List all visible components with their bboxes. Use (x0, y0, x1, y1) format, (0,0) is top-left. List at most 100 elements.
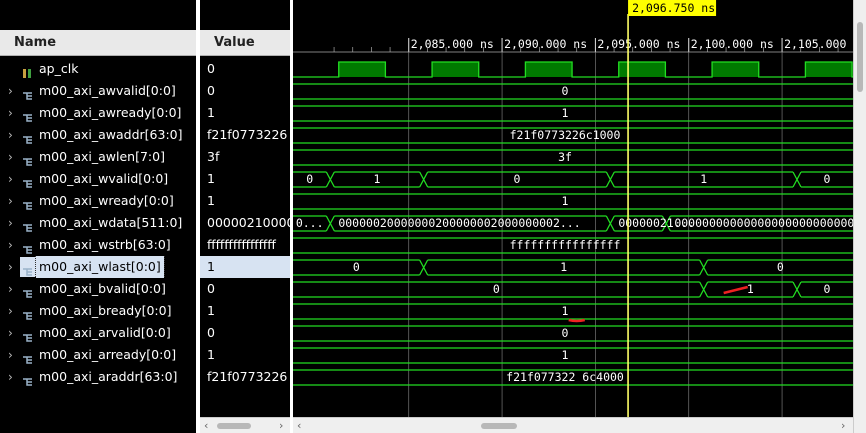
cursor-time-label: 2,096.750 ns (632, 1, 715, 15)
expand-chevron-icon[interactable]: › (8, 256, 13, 278)
expand-chevron-icon[interactable]: › (8, 124, 13, 146)
wdata-wave-seg-label: 0... (296, 216, 324, 230)
signal-value: 1 (207, 171, 215, 186)
signal-row[interactable]: › m00_axi_awaddr[63:0] (0, 124, 196, 146)
signal-name: m00_axi_wready[0:0] (39, 193, 174, 208)
clock-high-fill (805, 62, 853, 77)
tick-label: 2,095.000 ns (597, 37, 680, 51)
signal-name: m00_axi_araddr[63:0] (39, 369, 178, 384)
clock-high-fill (712, 62, 759, 77)
scroll-right-icon[interactable]: › (279, 418, 283, 433)
expand-chevron-icon[interactable]: › (8, 168, 13, 190)
signal-value: 0 (207, 83, 215, 98)
tick-label: 2,105.000 ns (784, 37, 853, 51)
signal-name: m00_axi_wlast[0:0] (35, 256, 165, 278)
signal-row[interactable]: › m00_axi_wstrb[63:0] (0, 234, 196, 256)
expand-chevron-icon[interactable]: › (8, 102, 13, 124)
wave-scroll-right-icon[interactable]: › (841, 418, 845, 433)
bvalid-wave-seg-label: 1 (747, 282, 754, 296)
name-column-header[interactable]: Name (0, 30, 196, 56)
value-scroll-thumb[interactable] (217, 423, 251, 429)
tick-label: 2,100.000 ns (691, 37, 774, 51)
signal-row[interactable]: › m00_axi_awready[0:0] (0, 102, 196, 124)
expand-chevron-icon[interactable]: › (8, 344, 13, 366)
expand-chevron-icon[interactable]: › (8, 300, 13, 322)
expand-chevron-icon[interactable]: › (8, 212, 13, 234)
signal-name-pane: Name ap_clk › m00_axi_awvalid[0:0] › m00_axi… (0, 0, 196, 433)
signal-row[interactable]: › m00_axi_awvalid[0:0] (0, 80, 196, 102)
wave-vscroll-thumb[interactable] (857, 22, 863, 92)
expand-chevron-icon[interactable]: › (8, 190, 13, 212)
scroll-left-icon[interactable]: ‹ (204, 418, 208, 433)
wvalid-wave-seg-label: 0 (306, 172, 313, 186)
bus-signal-icon (22, 372, 33, 386)
expand-chevron-icon[interactable]: › (8, 234, 13, 256)
signal-name: m00_axi_bvalid[0:0] (39, 281, 166, 296)
bus-signal-icon (22, 350, 33, 364)
wvalid-wave-seg-label: 1 (374, 172, 381, 186)
name-pane-top-area (0, 0, 196, 30)
expand-chevron-icon[interactable]: › (8, 80, 13, 102)
waveform-pane[interactable]: 2,085.000 ns 2,090.000 ns 2,095.000 ns 2,10… (293, 0, 853, 433)
annotation-mark (723, 285, 748, 295)
signal-value: 1 (207, 347, 215, 362)
annotation-mark (568, 318, 586, 323)
signal-value: 1 (207, 105, 215, 120)
bus-signal-icon (22, 196, 33, 210)
signal-row[interactable]: › m00_axi_bready[0:0] (0, 300, 196, 322)
wvalid-wave-seg-label: 0 (824, 172, 831, 186)
signal-row[interactable]: › m00_axi_wdata[511:0] (0, 212, 196, 234)
signal-row[interactable]: › m00_axi_arready[0:0] (0, 344, 196, 366)
awready-wave-value: 1 (562, 106, 569, 120)
bus-signal-icon (22, 328, 33, 342)
signal-value: 1 (207, 303, 215, 318)
bus-signal-icon (22, 218, 33, 232)
waveform-canvas[interactable]: 2,085.000 ns 2,090.000 ns 2,095.000 ns 2,10… (293, 0, 853, 417)
signal-value-pane: Value 0 0 1 f21f0773226 3f 1 1 00000210000 fffff… (200, 0, 290, 433)
wstrb-wave-value: ffffffffffffffff (510, 238, 621, 252)
value-hscrollbar[interactable]: ‹ › (200, 417, 290, 433)
bus-signal-icon (22, 262, 33, 276)
expand-chevron-icon[interactable]: › (8, 278, 13, 300)
signal-value: 0 (207, 325, 215, 340)
signal-row[interactable]: › m00_axi_awlen[7:0] (0, 146, 196, 168)
signal-value: 3f (207, 149, 220, 164)
expand-chevron-icon[interactable]: › (8, 322, 13, 344)
bus-signal-icon (22, 306, 33, 320)
awvalid-wave-value: 0 (562, 84, 569, 98)
awlen-wave-value: 3f (558, 150, 572, 164)
expand-chevron-icon[interactable]: › (8, 366, 13, 388)
signal-value: 1 (200, 256, 290, 278)
bus-signal-icon (22, 284, 33, 298)
wave-hscrollbar[interactable]: ‹ › (293, 417, 853, 433)
signal-row[interactable]: › m00_axi_wready[0:0] (0, 190, 196, 212)
signal-value: f21f0773226 (207, 127, 288, 142)
value-pane-top-area (200, 0, 290, 30)
wave-scroll-thumb[interactable] (481, 423, 517, 429)
wave-vscrollbar[interactable] (853, 0, 866, 433)
signal-row[interactable]: › m00_axi_wlast[0:0] (0, 256, 196, 278)
signal-name: m00_axi_wdata[511:0] (39, 215, 183, 230)
signal-name: ap_clk (39, 61, 79, 76)
arready-wave-value: 1 (562, 348, 569, 362)
araddr-wave-value: f21f077322 6c4000 (506, 370, 624, 384)
wlast-wave-seg-label: 0 (777, 260, 784, 274)
wave-scroll-left-icon[interactable]: ‹ (297, 418, 301, 433)
clock-high-fill (525, 62, 573, 77)
signal-name: m00_axi_awvalid[0:0] (39, 83, 176, 98)
bus-signal-icon (22, 240, 33, 254)
signal-name: m00_axi_awlen[7:0] (39, 149, 165, 164)
signal-row[interactable]: › m00_axi_araddr[63:0] (0, 366, 196, 388)
clock-high-fill (618, 62, 666, 77)
bvalid-wave-seg-label: 0 (824, 282, 831, 296)
signal-row[interactable]: ap_clk (0, 58, 196, 80)
signal-name: m00_axi_wvalid[0:0] (39, 171, 169, 186)
expand-chevron-icon[interactable]: › (8, 146, 13, 168)
signal-row[interactable]: › m00_axi_wvalid[0:0] (0, 168, 196, 190)
clock-high-fill (338, 62, 386, 77)
signal-row[interactable]: › m00_axi_arvalid[0:0] (0, 322, 196, 344)
signal-value: 1 (207, 193, 215, 208)
signal-name: m00_axi_awready[0:0] (39, 105, 182, 120)
value-column-header[interactable]: Value (200, 30, 290, 56)
signal-row[interactable]: › m00_axi_bvalid[0:0] (0, 278, 196, 300)
